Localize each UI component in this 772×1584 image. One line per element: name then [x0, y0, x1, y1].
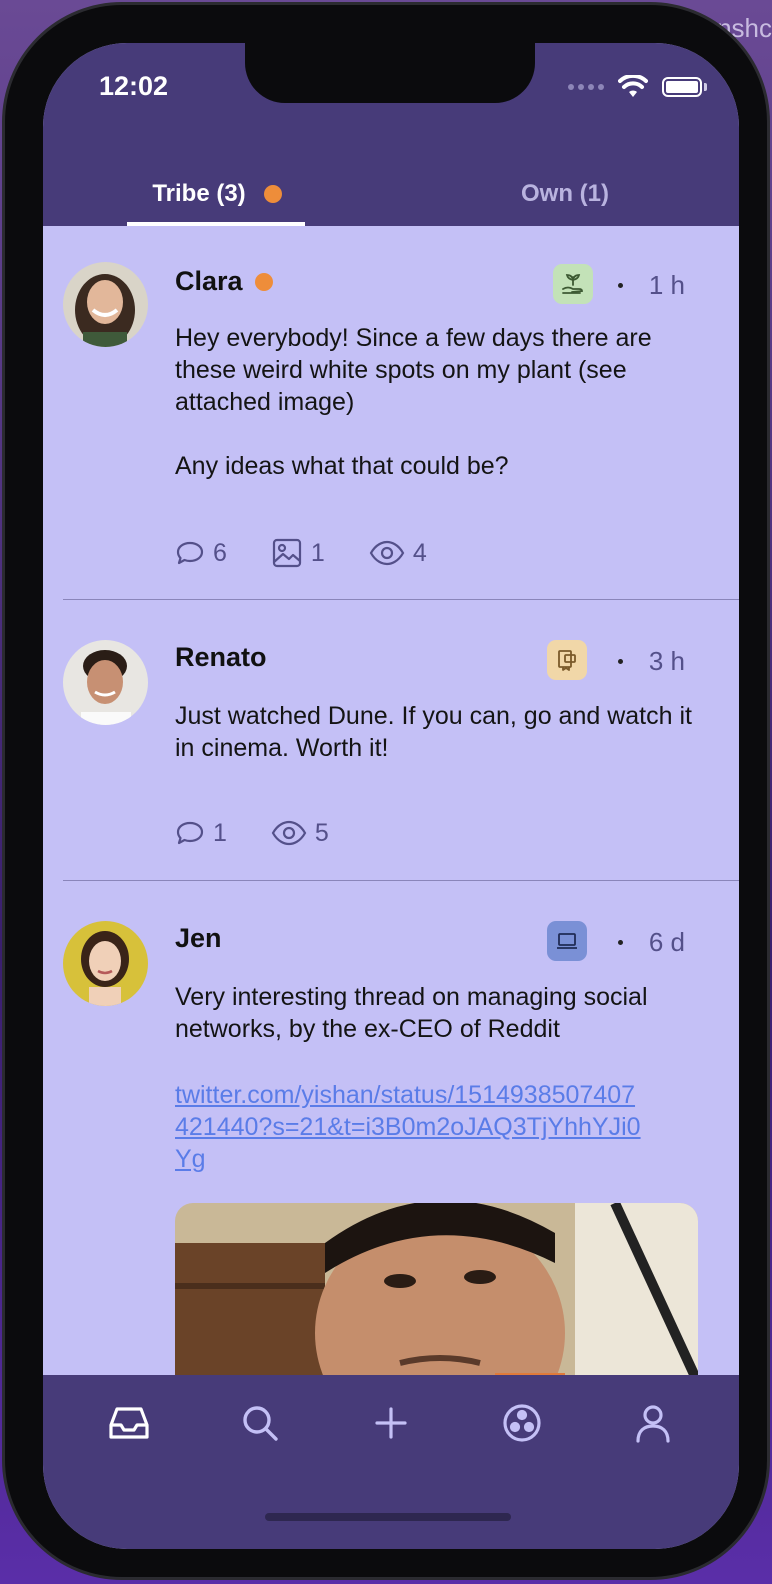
- home-indicator[interactable]: [265, 1513, 511, 1521]
- image-icon: [272, 538, 302, 568]
- image-count[interactable]: 1: [271, 537, 325, 569]
- post-header: Clara: [175, 266, 273, 297]
- tab-tribe[interactable]: Tribe (3): [43, 161, 391, 226]
- avatar[interactable]: [63, 640, 148, 725]
- post-text: Hey everybody! Since a few days there ar…: [175, 324, 652, 480]
- post-time: 3 h: [617, 646, 685, 677]
- category-badge[interactable]: [547, 921, 587, 961]
- wifi-icon: [618, 75, 648, 97]
- category-badge[interactable]: [547, 640, 587, 680]
- avatar[interactable]: [63, 921, 148, 1006]
- nav-profile[interactable]: [623, 1393, 683, 1453]
- post-time: 1 h: [617, 270, 685, 301]
- bottom-navigation: [43, 1375, 739, 1549]
- post-stats: 6 1 4: [175, 537, 427, 569]
- profile-icon: [636, 1405, 670, 1443]
- post-stats: 1 5: [175, 818, 329, 848]
- status-icons: [568, 75, 707, 99]
- link-preview-image[interactable]: [175, 1203, 698, 1403]
- category-badge[interactable]: [553, 264, 593, 304]
- avatar[interactable]: [63, 262, 148, 347]
- online-indicator: [254, 272, 273, 291]
- post-text: Very interesting thread on managing soci…: [175, 983, 648, 1043]
- nav-inbox[interactable]: [99, 1393, 159, 1453]
- comment-count[interactable]: 1: [175, 818, 227, 848]
- author-name[interactable]: Clara: [175, 266, 243, 297]
- app-screen: 12:02 Tribe (3) Own (1) Clara 1 h Hey ev…: [43, 43, 739, 1549]
- phone-notch: [245, 43, 535, 103]
- author-name[interactable]: Renato: [175, 642, 267, 673]
- battery-icon: [662, 77, 702, 97]
- view-count[interactable]: 5: [271, 819, 329, 848]
- plant-hand-icon: [562, 274, 583, 294]
- feed-tabs: Tribe (3) Own (1): [43, 161, 739, 226]
- comment-icon: [176, 821, 204, 845]
- tab-tribe-label: Tribe (3): [152, 179, 246, 207]
- post-link[interactable]: twitter.com/yishan/status/15149385074074…: [175, 1079, 645, 1175]
- comment-icon: [176, 541, 204, 565]
- post-card[interactable]: Renato 3 h Just watched Dune. If you can…: [43, 600, 739, 881]
- status-time: 12:02: [99, 71, 169, 101]
- phone-frame: 12:02 Tribe (3) Own (1) Clara 1 h Hey ev…: [2, 2, 770, 1580]
- inbox-icon: [108, 1407, 149, 1439]
- search-icon: [243, 1406, 278, 1441]
- post-header: Jen: [175, 923, 222, 954]
- post-time: 6 d: [617, 927, 685, 958]
- signal-icon: [568, 84, 604, 90]
- post-text: Just watched Dune. If you can, go and wa…: [175, 702, 692, 762]
- unread-dot: [263, 184, 282, 203]
- laptop-icon: [557, 933, 577, 949]
- eye-icon: [271, 820, 307, 846]
- post-card[interactable]: Clara 1 h Hey everybody! Since a few day…: [43, 226, 739, 600]
- post-card[interactable]: Jen 6 d Very interesting thread on manag…: [43, 881, 739, 1429]
- nav-search[interactable]: [230, 1393, 290, 1453]
- nav-create[interactable]: [361, 1393, 421, 1453]
- post-feed[interactable]: Clara 1 h Hey everybody! Since a few day…: [43, 226, 739, 1429]
- eye-icon: [369, 540, 405, 566]
- comment-count[interactable]: 6: [175, 538, 227, 568]
- author-name[interactable]: Jen: [175, 923, 222, 954]
- tribe-icon: [503, 1404, 541, 1442]
- view-count[interactable]: 4: [369, 539, 427, 568]
- post-header: Renato: [175, 642, 267, 673]
- plus-icon: [375, 1407, 407, 1439]
- tab-own[interactable]: Own (1): [391, 161, 739, 226]
- tab-own-label: Own (1): [521, 179, 609, 207]
- movie-ticket-icon: [558, 650, 576, 671]
- nav-tribe[interactable]: [492, 1393, 552, 1453]
